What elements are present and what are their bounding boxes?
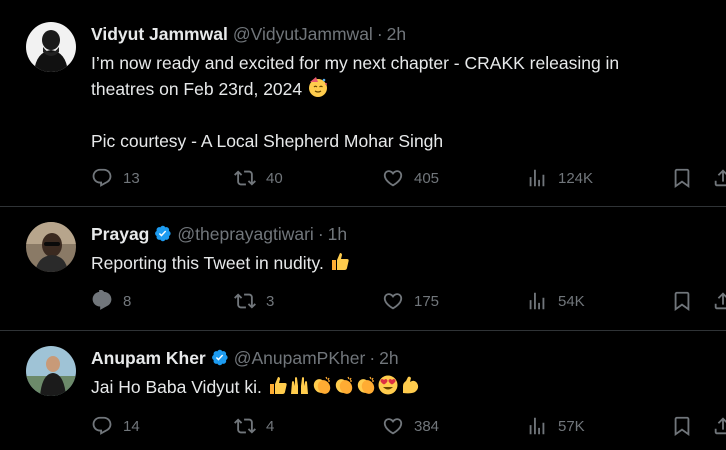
thumbs-up-emoji xyxy=(267,374,289,396)
view-count: 54K xyxy=(558,292,585,310)
flexed-biceps-emoji xyxy=(399,374,421,396)
share-button[interactable] xyxy=(712,167,726,189)
retweet-icon xyxy=(234,170,256,186)
separator-dot: · xyxy=(317,224,324,244)
tweet-text-line: Pic courtesy - A Local Shepherd Mohar Si… xyxy=(91,131,444,151)
timestamp[interactable]: 2h xyxy=(387,24,406,44)
share-button[interactable] xyxy=(712,415,726,437)
bookmark-icon xyxy=(674,416,690,437)
reply-button[interactable]: 8 xyxy=(91,290,131,312)
tweet-text: Jai Ho Baba Vidyut ki. xyxy=(91,374,421,400)
reply-icon xyxy=(92,168,112,187)
tweet-header: Anupam Kher @AnupamPKher · 2h xyxy=(91,347,399,369)
share-icon xyxy=(714,169,726,187)
reply-count: 14 xyxy=(123,417,140,435)
reply-button[interactable]: 14 xyxy=(91,415,140,437)
like-button[interactable]: 384 xyxy=(382,415,439,437)
timestamp[interactable]: 1h xyxy=(328,224,347,244)
views-icon xyxy=(529,292,545,310)
tweet-text-line: Jai Ho Baba Vidyut ki. xyxy=(91,377,262,397)
view-count: 57K xyxy=(558,417,585,435)
display-name[interactable]: Vidyut Jammwal xyxy=(91,24,228,44)
separator-dot: · xyxy=(369,348,376,368)
views-icon xyxy=(529,417,545,435)
share-icon xyxy=(714,417,726,435)
retweet-button[interactable]: 40 xyxy=(234,167,283,189)
avatar[interactable] xyxy=(26,22,76,72)
bookmark-button[interactable] xyxy=(671,290,693,312)
tweet-text-line-with-emoji: theatres on Feb 23rd, 2024 xyxy=(91,76,619,102)
views-button[interactable]: 54K xyxy=(526,290,585,312)
like-button[interactable]: 405 xyxy=(382,167,439,189)
retweet-button[interactable]: 3 xyxy=(234,290,274,312)
retweet-icon xyxy=(234,293,256,309)
raising-hands-emoji xyxy=(289,374,311,396)
views-button[interactable]: 124K xyxy=(526,167,593,189)
views-button[interactable]: 57K xyxy=(526,415,585,437)
retweet-count: 40 xyxy=(266,169,283,187)
timestamp[interactable]: 2h xyxy=(379,348,398,368)
user-handle[interactable]: @theprayagtiwari xyxy=(177,224,313,244)
retweet-icon xyxy=(234,418,256,434)
clapping-hands-emoji xyxy=(333,374,355,396)
bookmark-button[interactable] xyxy=(671,167,693,189)
thumbs-up-emoji xyxy=(329,250,351,272)
avatar[interactable] xyxy=(26,222,76,272)
display-name[interactable]: Anupam Kher xyxy=(91,348,206,368)
reply-count: 8 xyxy=(123,292,132,310)
bookmark-button[interactable] xyxy=(671,415,693,437)
tweet-text-line: Reporting this Tweet in nudity. xyxy=(91,253,324,273)
view-count: 124K xyxy=(558,169,594,187)
bookmark-icon xyxy=(674,168,690,189)
like-button[interactable]: 175 xyxy=(382,290,439,312)
verified-badge-icon xyxy=(211,349,228,366)
display-name[interactable]: Prayag xyxy=(91,224,149,244)
heart-eyes-emoji xyxy=(377,374,399,396)
tweet[interactable]: Vidyut Jammwal @VidyutJammwal · 2h I’m now … xyxy=(0,0,726,205)
tweet-text-line: theatres on Feb 23rd, 2024 xyxy=(91,79,303,99)
tweet-text-line: I’m now ready and excited for my next ch… xyxy=(91,53,620,73)
tweet[interactable]: Prayag @theprayagtiwari · 1h Reporting this… xyxy=(0,207,726,330)
views-icon xyxy=(529,169,545,187)
share-button[interactable] xyxy=(712,290,726,312)
tweet-header: Prayag @theprayagtiwari · 1h xyxy=(91,223,347,245)
like-count: 384 xyxy=(414,417,440,435)
separator-dot: · xyxy=(376,24,383,44)
retweet-count: 4 xyxy=(266,417,275,435)
verified-badge-icon xyxy=(155,225,171,242)
reply-icon xyxy=(92,290,112,310)
clapping-hands-emoji xyxy=(355,374,377,396)
reply-count: 13 xyxy=(123,169,140,187)
tweet[interactable]: Anupam Kher @AnupamPKher · 2h Jai Ho Baba V… xyxy=(0,331,726,450)
like-icon xyxy=(383,418,403,435)
reply-button[interactable]: 13 xyxy=(91,167,140,189)
user-handle[interactable]: @AnupamPKher xyxy=(234,348,366,368)
tweet-text: I’m now ready and excited for my next ch… xyxy=(91,50,619,154)
partying-face-emoji xyxy=(307,76,329,98)
bookmark-icon xyxy=(674,291,690,312)
avatar[interactable] xyxy=(26,346,76,396)
like-icon xyxy=(383,293,403,310)
user-handle[interactable]: @VidyutJammwal xyxy=(233,24,373,44)
share-icon xyxy=(714,292,726,310)
reply-icon xyxy=(92,416,112,435)
like-count: 405 xyxy=(414,169,440,187)
like-icon xyxy=(383,170,403,187)
clapping-hands-emoji xyxy=(311,374,333,396)
retweet-count: 3 xyxy=(266,292,275,310)
like-count: 175 xyxy=(414,292,440,310)
tweet-header: Vidyut Jammwal @VidyutJammwal · 2h xyxy=(91,23,406,45)
tweet-feed: Vidyut Jammwal @VidyutJammwal · 2h I’m now … xyxy=(0,0,726,450)
tweet-text: Reporting this Tweet in nudity. xyxy=(91,250,351,276)
retweet-button[interactable]: 4 xyxy=(234,415,274,437)
